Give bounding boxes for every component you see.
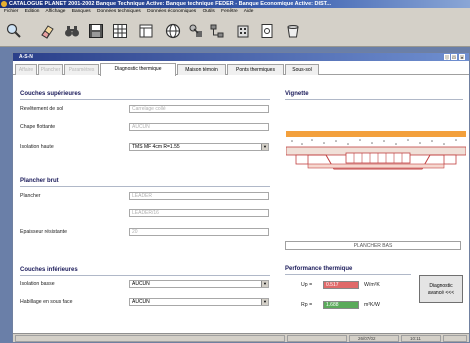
menu-donnees-techniques[interactable]: Données techniques <box>97 9 141 14</box>
habillage-select[interactable]: AUCUN ▼ <box>129 298 269 306</box>
diag-button-line1: Diagnostic <box>429 283 453 289</box>
section-divider <box>285 274 411 275</box>
app-logo-icon <box>1 1 7 7</box>
diag-button-line2: avancé <<< <box>427 290 455 296</box>
tab-affaire[interactable]: Affaire <box>15 64 37 75</box>
plancher-label: Plancher <box>20 193 41 199</box>
rp-value-field: 1.688 <box>323 301 359 309</box>
status-cell-2 <box>287 335 347 342</box>
revetement-label: Revêtement de sol <box>20 106 64 112</box>
tab-maison-temoin[interactable]: Maison témoin <box>177 64 226 75</box>
menu-edition[interactable]: Edition <box>25 9 40 14</box>
toolbar <box>0 16 470 47</box>
window-title-bar: A-S-N _ □ × <box>13 53 469 61</box>
maximize-icon[interactable]: □ <box>451 54 457 60</box>
status-time: 10:11 <box>401 335 441 342</box>
rp-label: Rp = <box>301 302 313 308</box>
chevron-down-icon[interactable]: ▼ <box>261 144 268 150</box>
epaisseur-label: Epaisseur résistante <box>20 229 67 235</box>
epaisseur-field[interactable]: 20 <box>129 228 269 236</box>
building-icon[interactable] <box>233 21 253 41</box>
isolation-haute-label: Isolation haute <box>20 144 54 150</box>
menu-donnees-economiques[interactable]: Données économiques <box>147 9 196 14</box>
document-window: A-S-N _ □ × Affaire Plancher Paramètres … <box>12 52 470 343</box>
menu-bar: Fichier Edition Affichage Banques Donnée… <box>0 8 470 16</box>
tab-ponts-thermiques[interactable]: Ponts thermiques <box>227 64 284 75</box>
tab-plancher[interactable]: Plancher <box>38 64 63 75</box>
up-unit: W/m²K <box>364 282 380 288</box>
eraser-icon[interactable] <box>37 21 57 41</box>
chape-label: Chape flottante <box>20 124 56 130</box>
up-label: Up = <box>301 282 313 288</box>
bucket-icon[interactable] <box>283 21 303 41</box>
plancher-field[interactable]: LEADER <box>129 192 269 200</box>
rp-unit: m²K/W <box>364 302 380 308</box>
status-bar: 26/07/02 10:11 <box>13 333 469 342</box>
menu-fenetre[interactable]: Fenêtre <box>221 9 238 14</box>
document-icon[interactable] <box>257 21 277 41</box>
window-title: A-S-N <box>19 54 33 60</box>
tab-parametres[interactable]: Paramètres <box>64 64 99 75</box>
menu-affichage[interactable]: Affichage <box>46 9 66 14</box>
floor-section-drawing <box>285 123 467 233</box>
status-cell-end <box>443 335 467 342</box>
app-title: CATALOGUE PLANET 2001-2002 Banque Techni… <box>9 1 332 7</box>
habillage-value: AUCUN <box>132 299 150 305</box>
table-icon[interactable] <box>136 21 156 41</box>
status-cell-main <box>15 335 285 342</box>
revetement-field[interactable]: Carrelage collé <box>129 105 269 113</box>
up-value-field: 0.517 <box>323 281 359 289</box>
chevron-down-icon[interactable]: ▼ <box>261 299 268 305</box>
isolation-haute-select[interactable]: TMS MF 4cm R=1.55 ▼ <box>129 143 269 151</box>
menu-outils[interactable]: Outils <box>203 9 215 14</box>
isolation-haute-value: TMS MF 4cm R=1.55 <box>132 144 180 150</box>
tools-icon[interactable] <box>186 21 206 41</box>
status-date: 26/07/02 <box>349 335 399 342</box>
close-icon[interactable]: × <box>459 54 465 60</box>
tab-diagnostic-thermique[interactable]: Diagnostic thermique <box>100 63 176 76</box>
tab-strip: Affaire Plancher Paramètres Diagnostic t… <box>13 63 469 76</box>
grid-icon[interactable] <box>110 21 130 41</box>
globe-icon[interactable] <box>163 21 183 41</box>
tab-sous-sol[interactable]: Sous-sol <box>285 64 319 75</box>
section-divider <box>20 275 270 276</box>
chape-field[interactable]: AUCUN <box>129 123 269 131</box>
diagnostic-avance-button[interactable]: Diagnostic avancé <<< <box>419 275 463 303</box>
section-couches-superieures: Couches supérieures <box>20 91 82 97</box>
network-icon[interactable] <box>207 21 227 41</box>
isolation-basse-select[interactable]: AUCUN ▼ <box>129 280 269 288</box>
menu-fichier[interactable]: Fichier <box>4 9 18 14</box>
habillage-label: Habillage en sous face <box>20 299 73 305</box>
app-title-bar: CATALOGUE PLANET 2001-2002 Banque Techni… <box>0 0 470 8</box>
section-vignette: Vignette <box>285 91 309 97</box>
menu-banques[interactable]: Banques <box>72 9 91 14</box>
chevron-down-icon[interactable]: ▼ <box>261 281 268 287</box>
vignette-caption: PLANCHER BAS <box>285 241 461 250</box>
plancher-variant-field[interactable]: LEADER/16 <box>129 209 269 217</box>
section-performance-thermique: Performance thermique <box>285 266 353 272</box>
minimize-icon[interactable]: _ <box>444 54 450 60</box>
zoom-icon[interactable] <box>4 21 24 41</box>
isolation-basse-label: Isolation basse <box>20 281 55 287</box>
section-divider <box>20 99 270 100</box>
binoculars-icon[interactable] <box>62 21 82 41</box>
section-divider <box>285 99 463 100</box>
save-icon[interactable] <box>86 21 106 41</box>
section-divider <box>20 186 270 187</box>
isolation-basse-value: AUCUN <box>132 281 150 287</box>
section-plancher-brut: Plancher brut <box>20 178 59 184</box>
section-couches-inferieures: Couches inférieures <box>20 267 78 273</box>
menu-aide[interactable]: Aide <box>244 9 254 14</box>
